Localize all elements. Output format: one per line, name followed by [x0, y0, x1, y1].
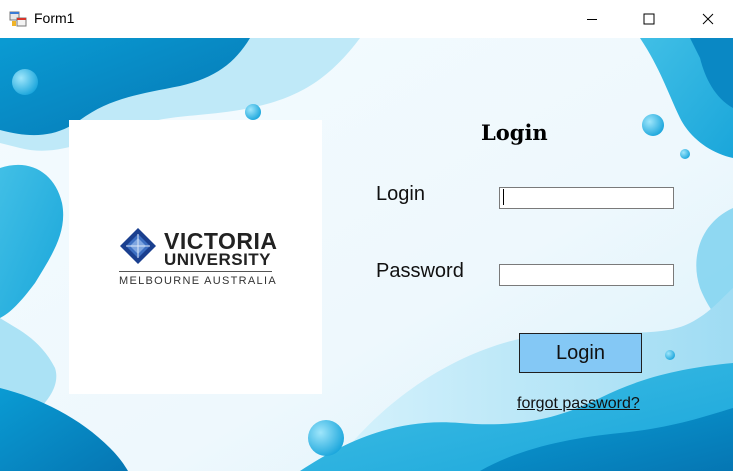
- title-bar[interactable]: Form1: [0, 0, 733, 39]
- victoria-university-logo-icon: [120, 228, 156, 264]
- login-label: Login: [376, 183, 425, 205]
- window-title: Form1: [34, 10, 75, 26]
- form-heading: Login: [481, 120, 548, 145]
- minimize-icon: [587, 19, 597, 20]
- login-button[interactable]: Login: [519, 333, 642, 373]
- logo-divider: [119, 271, 272, 272]
- app-icon: [9, 11, 27, 27]
- form-body: VICTORIA UNIVERSITY MELBOURNE AUSTRALIA …: [0, 38, 733, 471]
- forgot-password-link[interactable]: forgot password?: [517, 395, 640, 413]
- close-button[interactable]: [685, 0, 731, 38]
- password-label: Password: [376, 260, 464, 282]
- maximize-button[interactable]: [626, 0, 672, 38]
- minimize-button[interactable]: [569, 0, 615, 38]
- logo-panel: VICTORIA UNIVERSITY MELBOURNE AUSTRALIA: [69, 120, 322, 394]
- text-caret: [503, 189, 504, 205]
- logo-text-university: UNIVERSITY: [164, 250, 272, 269]
- close-icon: [702, 13, 714, 25]
- password-input[interactable]: [499, 264, 674, 286]
- maximize-icon: [643, 13, 655, 25]
- logo-text-location: MELBOURNE AUSTRALIA: [119, 275, 277, 287]
- login-input[interactable]: [499, 187, 674, 209]
- login-window: Form1 VICTORIA UNIVERSITY MELBOURNE AUST…: [0, 0, 733, 471]
